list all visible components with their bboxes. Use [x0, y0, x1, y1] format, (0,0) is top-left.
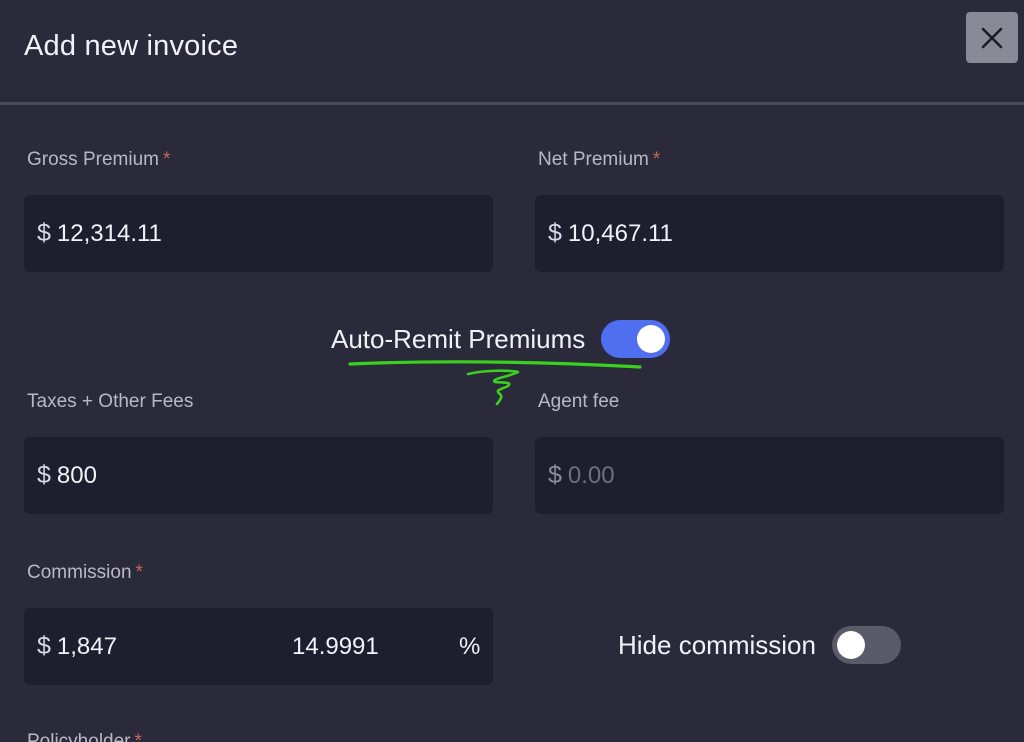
net-premium-label-text: Net Premium: [538, 149, 649, 170]
dialog-title: Add new invoice: [24, 30, 239, 62]
taxes-fees-label: Taxes + Other Fees: [27, 391, 193, 413]
hide-commission-label: Hide commission: [618, 629, 816, 660]
agent-fee-label-text: Agent fee: [538, 391, 620, 412]
agent-fee-label: Agent fee: [538, 391, 619, 413]
net-premium-value: 10,467.11: [567, 219, 673, 247]
gross-premium-input[interactable]: $ 12,314.11: [24, 195, 493, 272]
taxes-fees-input[interactable]: $ 800: [24, 437, 493, 514]
currency-symbol: $: [548, 219, 562, 247]
commission-label-text: Commission: [27, 562, 132, 583]
net-premium-input[interactable]: $ 10,467.11: [535, 195, 1004, 272]
commission-label: Commission *: [27, 562, 143, 584]
required-marker: *: [652, 149, 661, 170]
taxes-fees-value: 800: [56, 461, 97, 489]
policyholder-label: Policyholder *: [27, 731, 142, 742]
close-button[interactable]: [966, 12, 1018, 63]
dialog-header: Add new invoice: [0, 0, 1024, 105]
net-premium-label: Net Premium *: [538, 149, 660, 171]
commission-percent-input[interactable]: 14.9991: [292, 633, 379, 661]
currency-symbol: $: [37, 219, 51, 247]
commission-value: 1,847: [56, 632, 117, 660]
gross-premium-label: Gross Premium *: [27, 149, 170, 171]
percent-sign: %: [459, 632, 481, 660]
policyholder-label-text: Policyholder: [27, 731, 131, 742]
close-icon: [981, 27, 1003, 48]
gross-premium-label-text: Gross Premium: [27, 149, 159, 170]
gross-premium-value: 12,314.11: [56, 219, 162, 247]
hide-commission-toggle-row: Hide commission: [618, 626, 901, 664]
required-marker: *: [135, 562, 143, 583]
required-marker: *: [162, 149, 171, 170]
required-marker: *: [134, 731, 142, 742]
switch-knob: [637, 325, 666, 353]
switch-knob: [836, 631, 865, 659]
hide-commission-switch[interactable]: [831, 626, 901, 664]
currency-symbol: $: [37, 632, 51, 660]
commission-input[interactable]: $ 1,847 14.9991 %: [24, 608, 493, 685]
agent-fee-input[interactable]: $ 0.00: [535, 437, 1004, 514]
taxes-fees-label-text: Taxes + Other Fees: [27, 391, 194, 412]
currency-symbol: $: [548, 461, 562, 489]
agent-fee-placeholder: 0.00: [567, 461, 615, 489]
add-invoice-dialog: Add new invoice Gross Premium * $ 12,314.…: [0, 0, 1024, 742]
currency-symbol: $: [37, 461, 51, 489]
auto-remit-label: Auto-Remit Premiums: [331, 323, 586, 354]
